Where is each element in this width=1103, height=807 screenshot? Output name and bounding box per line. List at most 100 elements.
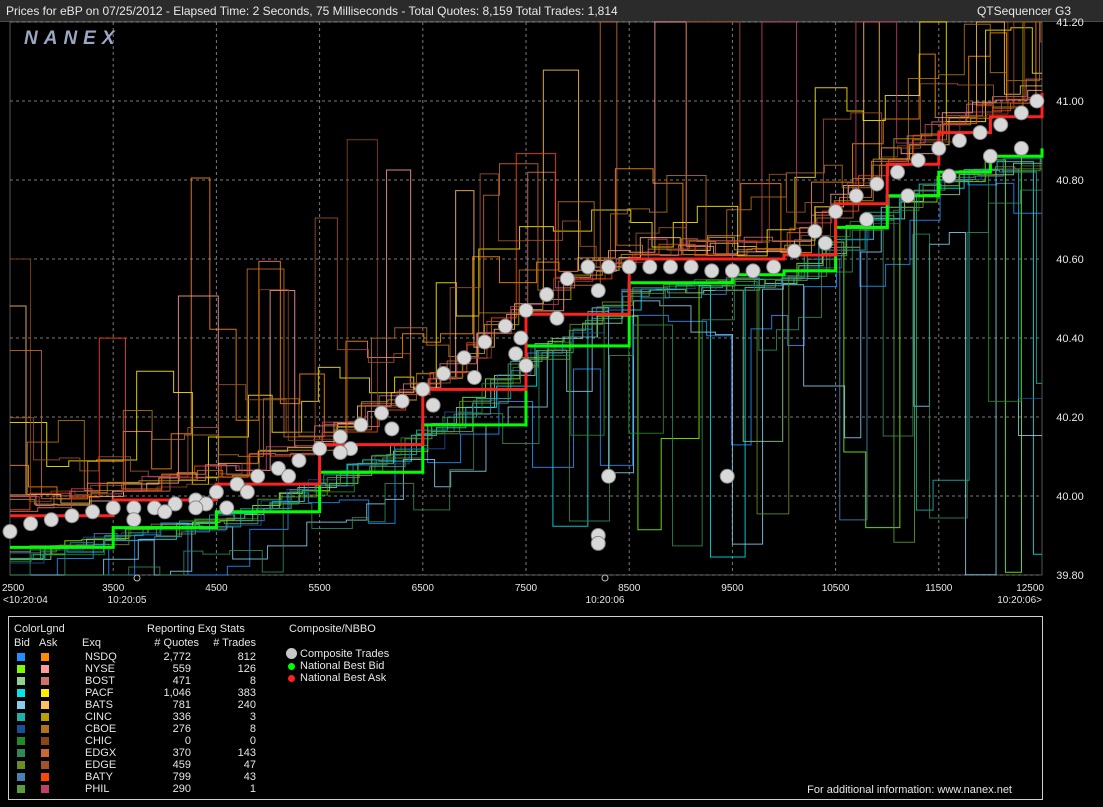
trade-count: 0 — [249, 735, 256, 747]
x-tick-label: 6500 — [412, 583, 435, 594]
trade-point — [477, 334, 493, 350]
bid-column-header: Bid — [14, 637, 30, 649]
composite-trades-marker-icon — [286, 648, 297, 659]
trade-point — [859, 212, 875, 227]
quote-count: 0 — [184, 735, 191, 747]
quote-count: 459 — [172, 759, 191, 771]
trade-point — [332, 429, 348, 445]
trade-point — [601, 468, 617, 484]
time-label: 10:20:06 — [586, 595, 625, 606]
trade-point — [745, 263, 761, 279]
trade-point — [817, 235, 833, 251]
exchange-name: EDGE — [85, 759, 117, 771]
trade-point — [951, 133, 967, 148]
trade-point — [786, 243, 802, 259]
best-ask-marker-icon — [288, 675, 295, 682]
quote-count: 1,046 — [163, 687, 191, 699]
x-tick-label: 10500 — [822, 583, 850, 594]
x-tick-label: 9500 — [721, 583, 744, 594]
x-tick-label: 11500 — [925, 583, 953, 594]
trade-point — [518, 358, 534, 374]
x-tick-label: 7500 — [515, 583, 538, 594]
trade-point — [890, 164, 906, 180]
time-label: 10:20:05 — [108, 595, 147, 606]
y-tick-label: 40.80 — [1056, 175, 1084, 187]
ask-column-header: Ask — [39, 637, 58, 649]
trade-point — [559, 271, 575, 287]
trade-point — [105, 500, 121, 516]
ask-color-swatch — [41, 713, 49, 721]
trade-point — [157, 504, 173, 520]
trade-point — [807, 223, 823, 239]
trade-count: 812 — [237, 651, 256, 663]
ask-color-swatch — [41, 773, 49, 781]
time-label: 10:20:06> — [997, 595, 1042, 606]
bid-color-swatch — [17, 761, 25, 769]
trade-count: 1 — [249, 783, 256, 795]
trade-count: 240 — [237, 699, 256, 711]
exchange-name: PACF — [85, 687, 114, 699]
trade-point — [539, 287, 555, 303]
trade-point — [601, 259, 617, 275]
trade-count: 3 — [249, 711, 256, 723]
trade-point — [590, 283, 606, 299]
trade-point — [642, 259, 658, 275]
bid-color-swatch — [17, 653, 25, 661]
trade-point — [208, 484, 224, 500]
trade-point — [941, 168, 957, 184]
exchange-name: BOST — [85, 675, 115, 687]
bid-color-swatch — [17, 749, 25, 757]
trade-point — [312, 441, 328, 457]
trade-point — [43, 512, 59, 528]
trade-point — [508, 346, 524, 362]
exchange-name: PHIL — [85, 783, 110, 795]
quote-count: 471 — [172, 675, 191, 687]
trade-point — [126, 512, 142, 528]
trade-point — [219, 500, 235, 516]
quote-count: 336 — [172, 711, 191, 723]
best-bid-marker-icon — [288, 663, 295, 670]
ask-color-swatch — [41, 689, 49, 697]
bid-color-swatch — [17, 665, 25, 673]
ask-color-swatch — [41, 653, 49, 661]
trade-count: 126 — [237, 663, 256, 675]
trade-point — [466, 370, 482, 385]
y-tick-label: 41.20 — [1056, 17, 1084, 29]
color-legend-title: ColorLgnd — [14, 623, 65, 635]
trade-count: 8 — [249, 723, 256, 735]
quote-count: 2,772 — [163, 651, 191, 663]
ask-color-swatch — [41, 785, 49, 793]
trade-point — [513, 330, 529, 346]
ask-color-swatch — [41, 677, 49, 685]
ask-color-swatch — [41, 665, 49, 673]
trade-point — [291, 452, 307, 468]
quote-count: 559 — [172, 663, 191, 675]
y-tick-label: 40.20 — [1056, 412, 1084, 424]
trade-point — [425, 397, 441, 413]
footer-link-text: For additional information: www.nanex.ne… — [807, 784, 1012, 796]
trade-point — [931, 140, 947, 156]
ask-color-swatch — [41, 761, 49, 769]
x-tick-label: 2500 — [2, 583, 25, 594]
trade-point — [590, 535, 606, 551]
x-tick-label: 12500 — [1016, 583, 1044, 594]
bid-color-swatch — [17, 677, 25, 685]
trade-point — [900, 188, 916, 204]
price-chart: 41.20 41.00 40.80 40.60 40.40 40.20 40.00 39.80… — [2, 17, 1084, 606]
y-tick-label: 40.00 — [1056, 491, 1084, 503]
bid-color-swatch — [17, 725, 25, 733]
trade-point — [1013, 105, 1029, 121]
stats-title: Reporting Exg Stats — [147, 623, 245, 635]
y-tick-label: 40.60 — [1056, 254, 1084, 266]
trade-point — [23, 516, 39, 532]
ask-color-swatch — [41, 701, 49, 709]
time-marker-icon — [133, 574, 141, 582]
trade-point — [1013, 140, 1029, 156]
trade-point — [281, 468, 297, 484]
composite-item-label: National Best Ask — [300, 672, 387, 684]
composite-item-label: National Best Bid — [300, 660, 385, 672]
trade-point — [332, 445, 348, 461]
ask-color-swatch — [41, 737, 49, 745]
trade-point — [415, 381, 431, 397]
time-label: <10:20:04 — [3, 595, 48, 606]
